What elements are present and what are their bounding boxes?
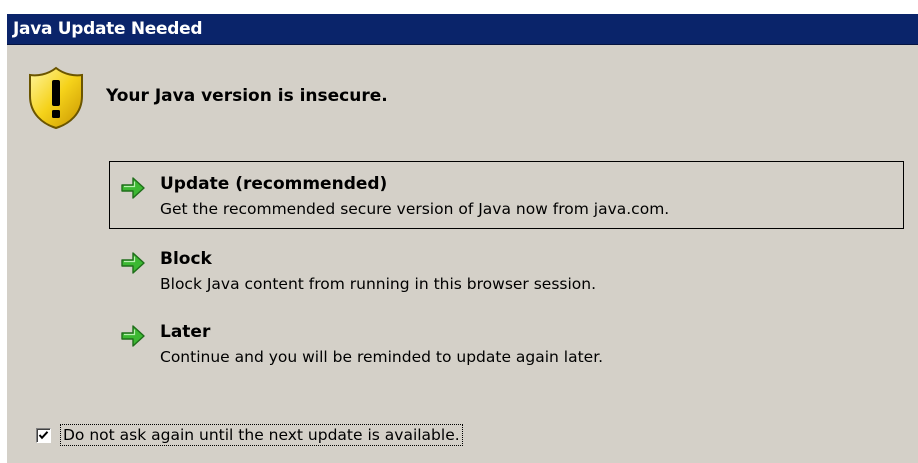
do-not-ask-label[interactable]: Do not ask again until the next update i… <box>60 424 463 446</box>
warning-shield-icon <box>29 66 83 130</box>
option-description: Get the recommended secure version of Ja… <box>160 200 670 218</box>
do-not-ask-checkbox[interactable] <box>36 428 51 443</box>
green-arrow-icon <box>121 252 145 274</box>
option-description: Continue and you will be reminded to upd… <box>160 348 604 366</box>
dialog-title: Java Update Needed <box>13 19 203 39</box>
option-title: Block <box>160 249 212 269</box>
option-update[interactable]: Update (recommended) Get the recommended… <box>109 161 904 229</box>
green-arrow-icon <box>121 177 145 199</box>
headline-text: Your Java version is insecure. <box>106 86 388 106</box>
java-update-dialog: Java Update Needed Your Java version is … <box>7 14 918 463</box>
option-later[interactable]: Later Continue and you will be reminded … <box>109 309 904 377</box>
option-title: Later <box>160 322 211 342</box>
green-arrow-icon <box>121 325 145 347</box>
option-description: Block Java content from running in this … <box>160 275 597 293</box>
option-title: Update (recommended) <box>160 174 388 194</box>
checkmark-icon <box>38 431 49 440</box>
option-block[interactable]: Block Block Java content from running in… <box>109 236 904 304</box>
title-bar: Java Update Needed <box>7 14 918 45</box>
